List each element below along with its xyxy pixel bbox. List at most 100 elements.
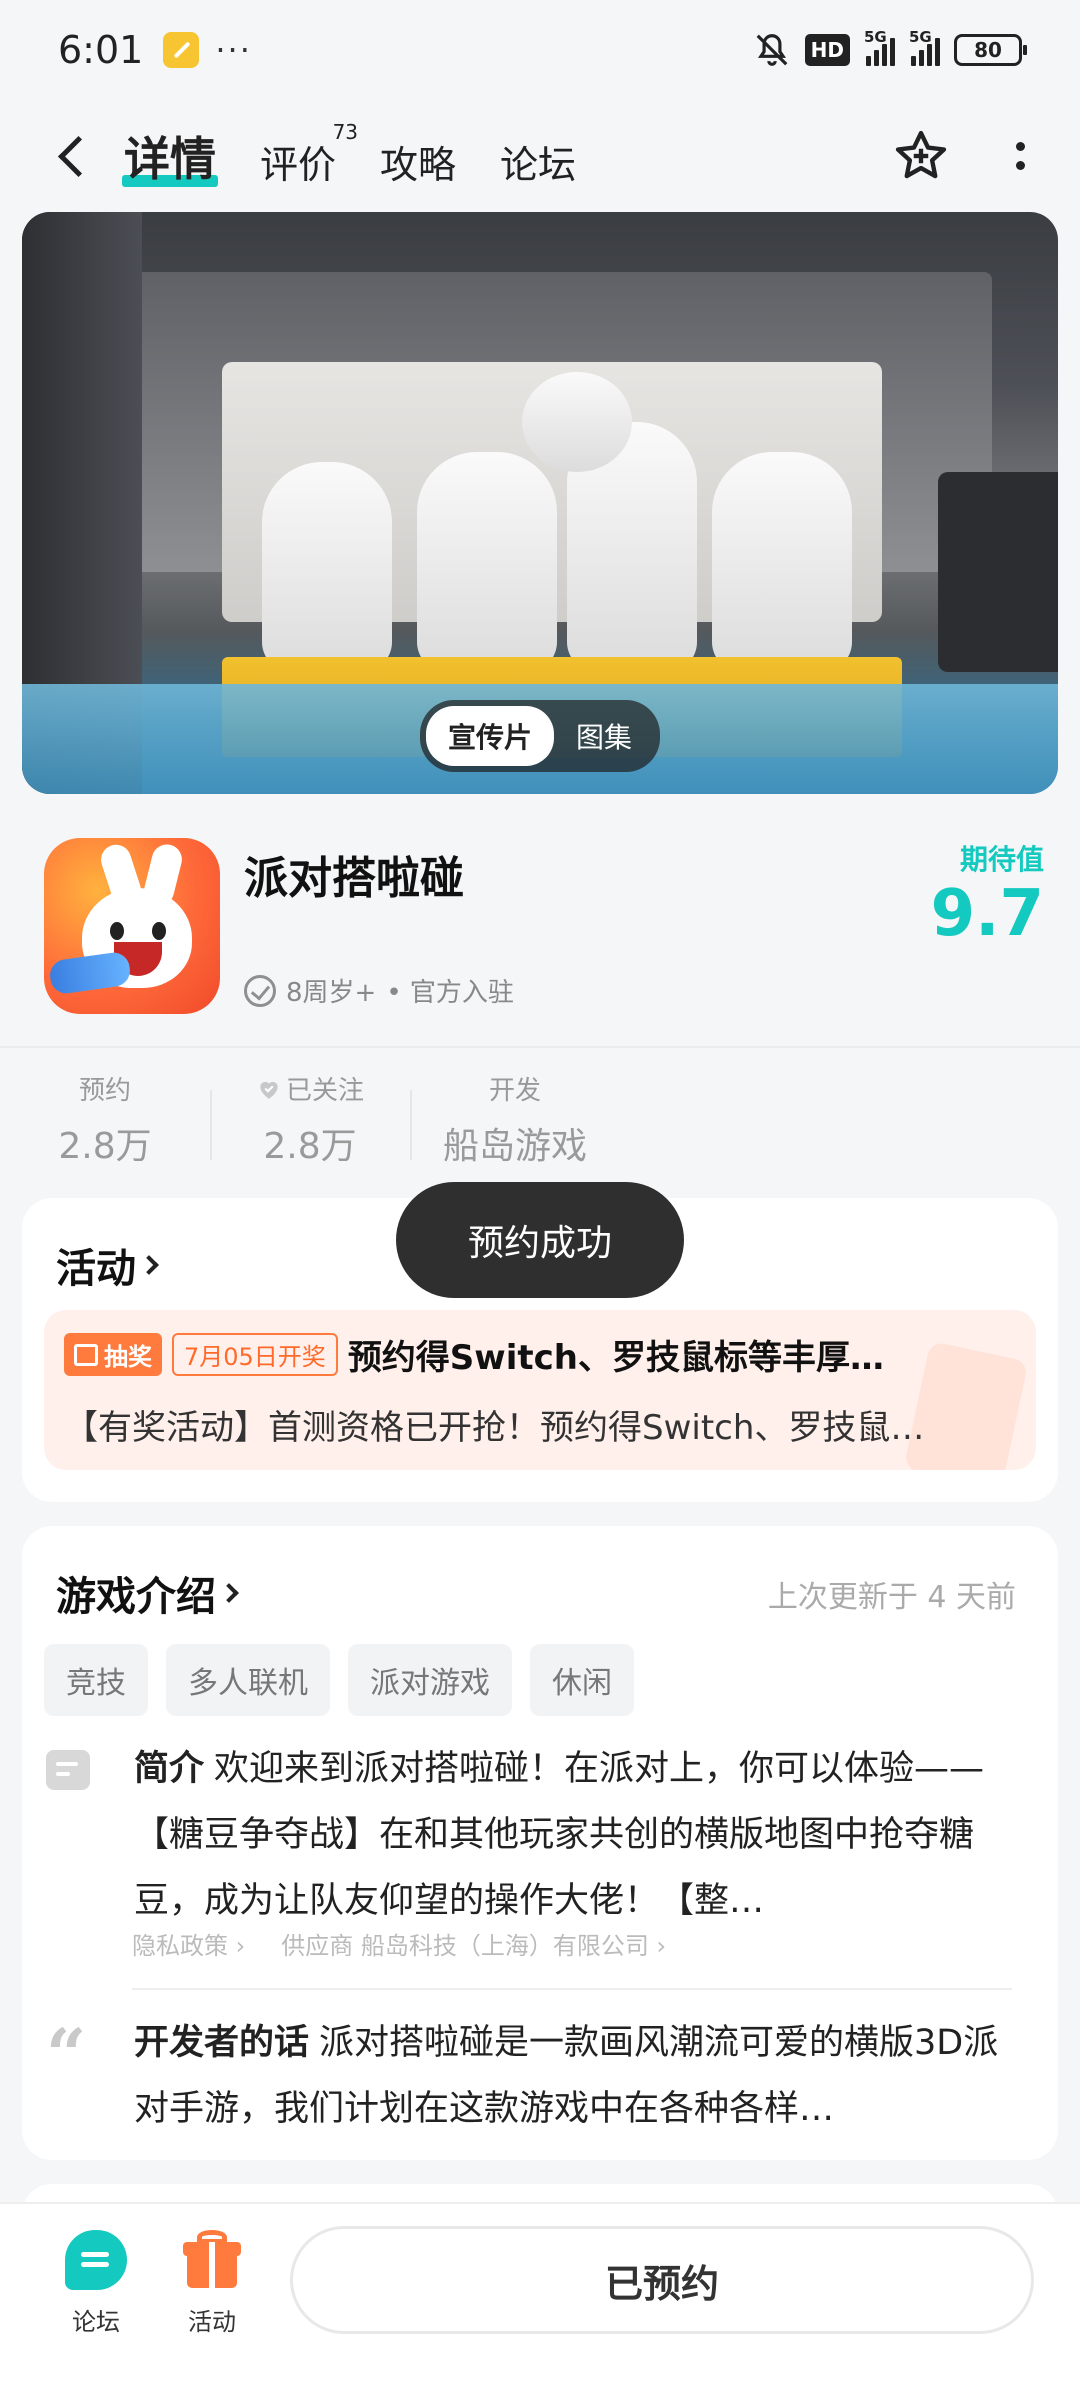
promo-banner[interactable]: 宣传片 图集 xyxy=(22,212,1058,794)
stat-label-row: 已关注 xyxy=(210,1070,410,1107)
heart-check-icon xyxy=(260,1081,278,1099)
tag-chip[interactable]: 休闲 xyxy=(530,1644,634,1716)
score-value: 9.7 xyxy=(930,877,1044,951)
privacy-policy-link[interactable]: 隐私政策 xyxy=(132,1926,245,1961)
activity-description: 【有奖活动】首测资格已开抢！预约得Switch、罗技鼠… xyxy=(64,1408,925,1448)
summary-label: 简介 xyxy=(134,1749,205,1789)
figurine xyxy=(417,452,557,672)
intro-section-header[interactable]: 游戏介绍 xyxy=(56,1564,239,1622)
chevron-right-icon xyxy=(219,1583,239,1603)
gift-icon xyxy=(181,2230,243,2290)
tag-chip[interactable]: 派对游戏 xyxy=(348,1644,512,1716)
battery-icon: 80 xyxy=(954,34,1027,66)
stat-reservations: 预约 2.8万 xyxy=(0,1070,210,1180)
tab-label: 详情 xyxy=(124,132,216,186)
figurine xyxy=(712,452,852,672)
tab-label: 论坛 xyxy=(500,143,577,187)
status-time: 6:01 xyxy=(58,28,144,72)
age-rating-row: 8周岁+ • 官方入驻 xyxy=(244,972,514,1009)
activity-item[interactable]: 抽奖 7月05日开奖 预约得Switch、罗技鼠标等丰厚… 【有奖活动】首测资格… xyxy=(44,1310,1036,1470)
star-plus-icon[interactable] xyxy=(892,127,950,185)
summary-text-block: 简介 欢迎来到派对搭啦碰！在派对上，你可以体验——【糖豆争夺战】在和其他玩家共创的… xyxy=(134,1736,1014,1934)
figurine-head xyxy=(522,372,632,472)
gift-icon xyxy=(74,1343,98,1366)
divider xyxy=(132,1988,1012,1990)
game-intro-card: 游戏介绍 上次更新于 4 天前 竞技 多人联机 派对游戏 休闲 简介 欢迎来到派对… xyxy=(22,1526,1058,2160)
meta-links: 隐私政策 供应商 船岛科技（上海）有限公司 xyxy=(132,1926,666,1961)
document-icon xyxy=(46,1750,90,1790)
intro-title: 游戏介绍 xyxy=(56,1574,216,1620)
activity-label: 活动 xyxy=(188,2308,236,2336)
summary-text: 欢迎来到派对搭啦碰！在派对上，你可以体验——【糖豆争夺战】在和其他玩家共创的横版… xyxy=(134,1749,985,1921)
game-header: 派对搭啦碰 8周岁+ • 官方入驻 期待值 9.7 xyxy=(0,820,1080,1050)
stat-followers[interactable]: 已关注 2.8万 xyxy=(210,1070,410,1180)
signal-label: 5G xyxy=(864,28,887,46)
stat-label: 开发 xyxy=(488,1076,541,1106)
draw-date-tag: 7月05日开奖 xyxy=(172,1333,338,1376)
tab-bar: 详情 评价 73 攻略 论坛 xyxy=(122,120,576,189)
reserved-button[interactable]: 已预约 xyxy=(290,2226,1034,2334)
banner-artwork-cup xyxy=(938,472,1058,672)
divider xyxy=(0,1046,1080,1048)
stat-developer[interactable]: 开发 船岛游戏 xyxy=(410,1070,620,1180)
media-option-gallery[interactable]: 图集 xyxy=(554,706,654,766)
activity-headline: 预约得Switch、罗技鼠标等丰厚… xyxy=(347,1338,884,1378)
game-app-icon xyxy=(44,838,220,1014)
signal-icon-2: 5G xyxy=(909,28,940,66)
more-notifications-icon: ··· xyxy=(215,31,252,69)
check-circle-icon xyxy=(244,974,276,1007)
supplier-link[interactable]: 供应商 船岛科技（上海）有限公司 xyxy=(281,1926,666,1961)
tab-label: 攻略 xyxy=(380,143,457,187)
developer-note[interactable]: 开发者的话 派对搭啦碰是一款画风潮流可爱的横版3D派对手游，我们计划在这款游戏中在… xyxy=(134,2010,1014,2142)
signal-label: 5G xyxy=(909,28,932,46)
forum-button[interactable]: 论坛 xyxy=(46,2230,146,2337)
tag-chip[interactable]: 竞技 xyxy=(44,1644,148,1716)
tab-forum[interactable]: 论坛 xyxy=(500,134,576,189)
stat-value: 2.8万 xyxy=(58,1126,152,1167)
quote-icon: “ xyxy=(46,2013,87,2096)
chevron-right-icon xyxy=(139,1255,159,1275)
stats-row: 预约 2.8万 已关注 2.8万 开发 船岛游戏 xyxy=(0,1070,1080,1180)
lottery-tag-label: 抽奖 xyxy=(104,1343,152,1371)
top-nav: 详情 评价 73 攻略 论坛 xyxy=(0,100,1080,212)
lottery-tag: 抽奖 xyxy=(64,1333,162,1376)
notes-app-icon xyxy=(163,32,200,68)
forum-label: 论坛 xyxy=(72,2308,120,2336)
tab-details[interactable]: 详情 xyxy=(122,123,218,189)
official-label: • 官方入驻 xyxy=(386,978,514,1008)
more-options-icon[interactable] xyxy=(1010,142,1030,170)
stat-value: 船岛游戏 xyxy=(442,1126,587,1167)
stat-label: 已关注 xyxy=(285,1076,364,1106)
activity-headline-row: 抽奖 7月05日开奖 预约得Switch、罗技鼠标等丰厚… xyxy=(64,1330,884,1379)
chat-bubble-icon xyxy=(65,2230,127,2290)
nav-actions xyxy=(892,127,1030,185)
toast-message: 预约成功 xyxy=(396,1182,684,1298)
mute-bell-icon xyxy=(756,34,788,66)
status-bar: 6:01 ··· HD 5G 5G 80 xyxy=(0,0,1080,100)
figurine xyxy=(262,462,392,672)
tab-label: 评价 xyxy=(260,143,337,187)
age-rating: 8周岁+ xyxy=(286,978,377,1008)
activity-button[interactable]: 活动 xyxy=(162,2230,262,2337)
review-count-badge: 73 xyxy=(332,120,359,144)
media-switch: 宣传片 图集 xyxy=(419,700,661,772)
activity-title: 活动 xyxy=(56,1246,136,1292)
back-icon[interactable] xyxy=(50,134,94,178)
hd-badge: HD xyxy=(804,34,850,66)
status-indicators: HD 5G 5G 80 xyxy=(753,28,1027,69)
score-label: 期待值 xyxy=(959,843,1044,876)
tag-chip[interactable]: 多人联机 xyxy=(166,1644,330,1716)
game-title: 派对搭啦碰 xyxy=(244,853,464,904)
stat-value: 2.8万 xyxy=(263,1126,357,1167)
activity-section-header[interactable]: 活动 xyxy=(56,1236,159,1294)
expectation-score: 期待值 9.7 xyxy=(931,838,1044,946)
stat-label: 预约 xyxy=(78,1076,131,1106)
bottom-action-bar: 论坛 活动 已预约 xyxy=(0,2202,1080,2400)
signal-icon-1: 5G xyxy=(864,28,895,66)
tab-guides[interactable]: 攻略 xyxy=(380,134,456,189)
tag-list: 竞技 多人联机 派对游戏 休闲 xyxy=(44,1644,634,1716)
media-option-video[interactable]: 宣传片 xyxy=(425,706,554,766)
last-updated: 上次更新于 4 天前 xyxy=(767,1580,1016,1615)
tab-reviews[interactable]: 评价 73 xyxy=(260,120,358,189)
developer-note-label: 开发者的话 xyxy=(134,2023,310,2063)
